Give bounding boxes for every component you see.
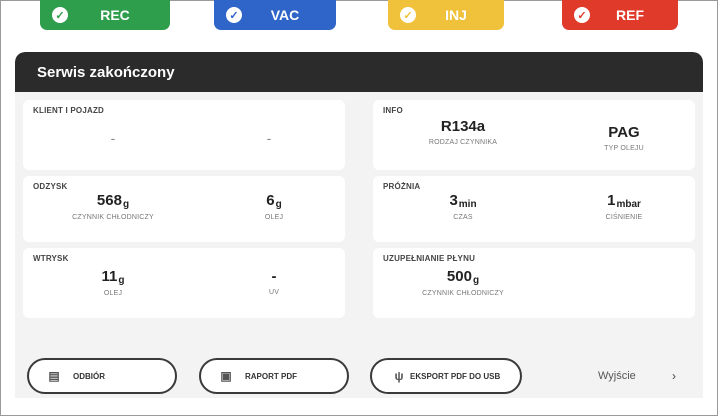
export-usb-button[interactable]: ψ EKSPORT PDF DO USB — [370, 358, 522, 394]
receipt-button[interactable]: ▤ ODBIÓR — [27, 358, 177, 394]
exit-button[interactable]: Wyjście — [598, 370, 636, 382]
card-title: WTRYSK — [33, 254, 69, 263]
charge-card: UZUPEŁNIANIE PŁYNU 500g CZYNNIK CHŁODNIC… — [373, 248, 695, 318]
injected-oil: 11g OLEJ — [53, 268, 173, 297]
recovered-refrigerant-value: 568g — [96, 192, 130, 210]
tab-rec[interactable]: ✓ REC — [40, 0, 170, 30]
injected-oil-value: 11g — [101, 268, 125, 286]
chevron-right-icon[interactable]: › — [672, 369, 676, 383]
charged-refrigerant-label: CZYNNIK CHŁODNICZY — [422, 290, 504, 297]
pdf-report-button-label: RAPORT PDF — [245, 371, 297, 381]
recovered-refrigerant: 568g CZYNNIK CHŁODNICZY — [53, 192, 173, 221]
check-icon: ✓ — [400, 7, 416, 23]
refrigerant-type-value: R134a — [440, 118, 486, 135]
process-tabs: ✓ REC ✓ VAC ✓ INJ ✓ REF — [0, 0, 718, 34]
vacuum-pressure: 1mbar CIŚNIENIE — [579, 192, 669, 221]
tab-vac-label: VAC — [270, 7, 300, 23]
card-title: ODZYSK — [33, 182, 68, 191]
receipt-button-label: ODBIÓR — [73, 371, 105, 381]
export-usb-button-label: EKSPORT PDF DO USB — [410, 371, 501, 381]
check-icon: ✓ — [52, 7, 68, 23]
injected-uv-label: UV — [268, 289, 280, 296]
recovered-oil-label: OLEJ — [264, 214, 284, 221]
vacuum-pressure-label: CIŚNIENIE — [605, 214, 643, 221]
injection-card: WTRYSK 11g OLEJ - UV — [23, 248, 345, 318]
injected-uv-value: - — [271, 268, 277, 285]
service-summary-panel: Serwis zakończony KLIENT I POJAZD - - IN… — [15, 52, 703, 398]
charged-refrigerant-value: 500g — [446, 268, 480, 286]
client-value: - — [110, 130, 116, 146]
card-title: PRÓŻNIA — [383, 182, 421, 191]
card-title: KLIENT I POJAZD — [33, 106, 105, 115]
oil-type-label: TYP OLEJU — [604, 145, 644, 152]
tab-rec-label: REC — [100, 7, 130, 23]
recovery-card: ODZYSK 568g CZYNNIK CHŁODNICZY 6g OLEJ — [23, 176, 345, 242]
injected-uv: - UV — [229, 268, 319, 296]
page-title: Serwis zakończony — [15, 52, 703, 92]
tab-inj-label: INJ — [445, 7, 467, 23]
pdf-report-button[interactable]: ▣ RAPORT PDF — [199, 358, 349, 394]
client-vehicle-card: KLIENT I POJAZD - - — [23, 100, 345, 170]
vehicle-value: - — [266, 130, 272, 146]
recovered-refrigerant-label: CZYNNIK CHŁODNICZY — [72, 214, 154, 221]
check-icon: ✓ — [574, 7, 590, 23]
tab-vac[interactable]: ✓ VAC — [214, 0, 336, 30]
vacuum-card: PRÓŻNIA 3min CZAS 1mbar CIŚNIENIE — [373, 176, 695, 242]
info-card: INFO R134a RODZAJ CZYNNIKA PAG TYP OLEJU — [373, 100, 695, 170]
vacuum-time: 3min CZAS — [403, 192, 523, 221]
tab-ref[interactable]: ✓ REF — [562, 0, 678, 30]
vacuum-time-value: 3min — [449, 192, 477, 210]
check-icon: ✓ — [226, 7, 242, 23]
tab-inj[interactable]: ✓ INJ — [388, 0, 504, 30]
card-title: UZUPEŁNIANIE PŁYNU — [383, 254, 476, 263]
charged-refrigerant: 500g CZYNNIK CHŁODNICZY — [403, 268, 523, 297]
vacuum-time-label: CZAS — [453, 214, 473, 221]
refrigerant-type: R134a RODZAJ CZYNNIKA — [403, 118, 523, 146]
usb-icon: ψ — [394, 369, 404, 383]
printer-icon: ▣ — [220, 369, 232, 383]
refrigerant-type-label: RODZAJ CZYNNIKA — [428, 139, 498, 146]
recovered-oil-value: 6g — [266, 192, 282, 210]
vacuum-pressure-value: 1mbar — [607, 192, 641, 210]
card-title: INFO — [383, 106, 403, 115]
oil-type: PAG TYP OLEJU — [579, 124, 669, 152]
recovered-oil: 6g OLEJ — [229, 192, 319, 221]
injected-oil-label: OLEJ — [103, 290, 123, 297]
document-icon: ▤ — [48, 369, 60, 383]
tab-ref-label: REF — [616, 7, 644, 23]
oil-type-value: PAG — [608, 124, 640, 141]
